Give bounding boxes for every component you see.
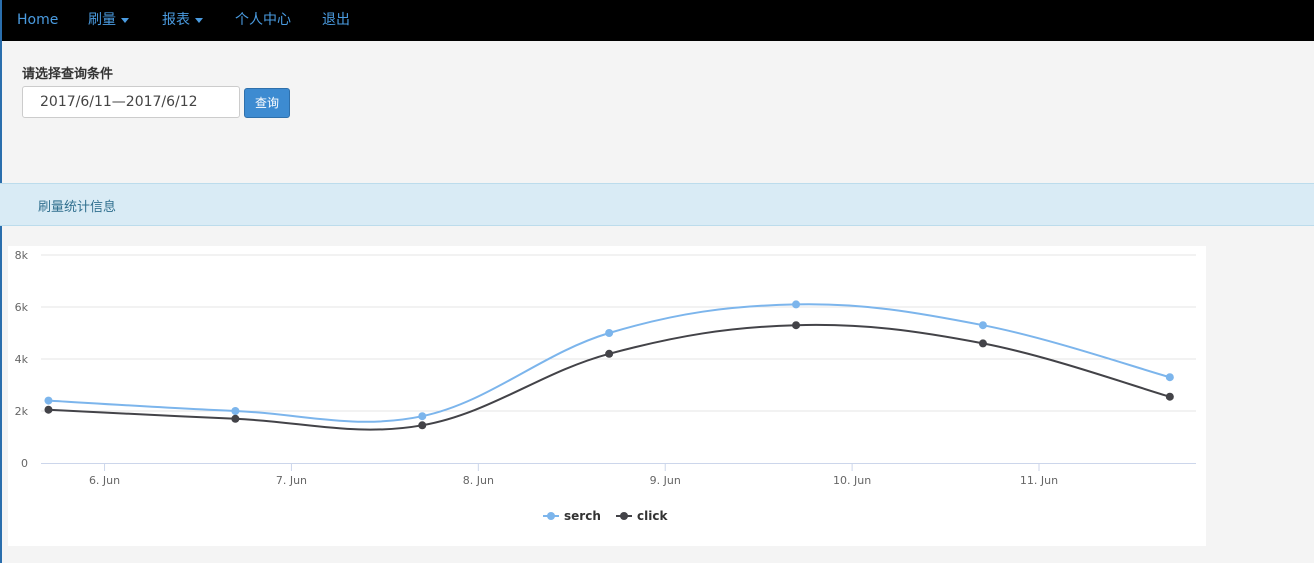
x-tick-label: 10. Jun xyxy=(833,474,871,487)
y-tick-label: 6k xyxy=(15,301,29,314)
x-tick-label: 11. Jun xyxy=(1020,474,1058,487)
x-tick-label: 7. Jun xyxy=(276,474,307,487)
nav-logout-label: 退出 xyxy=(322,12,350,28)
query-button[interactable]: 查询 xyxy=(244,88,290,118)
nav-brush-dropdown[interactable]: 刷量 xyxy=(88,0,129,41)
nav-logout-link[interactable]: 退出 xyxy=(322,0,350,41)
y-tick-label: 4k xyxy=(15,353,29,366)
x-tick-label: 9. Jun xyxy=(650,474,681,487)
data-point-serch xyxy=(418,412,427,421)
nav-home-label: Home xyxy=(17,12,59,28)
caret-down-icon xyxy=(121,17,129,23)
data-point-serch xyxy=(44,396,53,405)
nav-profile-link[interactable]: 个人中心 xyxy=(235,0,291,41)
data-point-click xyxy=(978,339,987,348)
data-point-serch xyxy=(792,300,801,309)
y-tick-label: 0 xyxy=(21,457,28,470)
legend-label-serch: serch xyxy=(564,509,601,523)
nav-report-dropdown[interactable]: 报表 xyxy=(162,0,203,41)
legend-label-click: click xyxy=(637,509,668,523)
data-point-serch xyxy=(231,407,240,415)
data-point-serch xyxy=(978,321,987,330)
x-tick-label: 6. Jun xyxy=(89,474,120,487)
data-point-click xyxy=(231,414,240,423)
series-line-click xyxy=(48,323,1171,431)
nav-brush-label: 刷量 xyxy=(88,12,116,28)
line-chart: 0 2k 4k 6k 8k 6. Jun 7. Jun 8. Jun 9. Jun 10. Jun… xyxy=(8,246,1206,546)
nav-profile-label: 个人中心 xyxy=(235,12,291,28)
data-point-serch xyxy=(1165,373,1174,382)
legend-symbol-marker xyxy=(547,512,555,520)
nav-report-label: 报表 xyxy=(162,12,190,28)
data-point-click xyxy=(1165,392,1174,401)
panel-title: 刷量统计信息 xyxy=(38,200,117,215)
data-point-serch xyxy=(605,329,614,337)
chart-canvas: 0 2k 4k 6k 8k 6. Jun 7. Jun 8. Jun 9. Jun 10. Jun… xyxy=(15,249,1196,523)
data-point-click xyxy=(605,349,614,358)
data-point-click xyxy=(418,421,427,430)
date-range-input[interactable] xyxy=(22,86,240,118)
legend-symbol-marker xyxy=(620,512,628,520)
x-tick-label: 8. Jun xyxy=(463,474,494,487)
data-point-click xyxy=(792,321,801,330)
query-condition-label: 请选择查询条件 xyxy=(22,67,114,82)
nav-home-link[interactable]: Home xyxy=(17,0,58,41)
panel-heading: 刷量统计信息 xyxy=(0,183,1314,226)
series-line-serch xyxy=(48,303,1171,423)
top-navbar: Home 刷量 报表 个人中心 退出 xyxy=(0,0,1314,41)
caret-down-icon xyxy=(195,17,203,23)
y-tick-label: 8k xyxy=(15,249,29,262)
y-tick-label: 2k xyxy=(15,405,29,418)
data-point-click xyxy=(44,405,53,414)
page-left-border xyxy=(0,41,2,563)
